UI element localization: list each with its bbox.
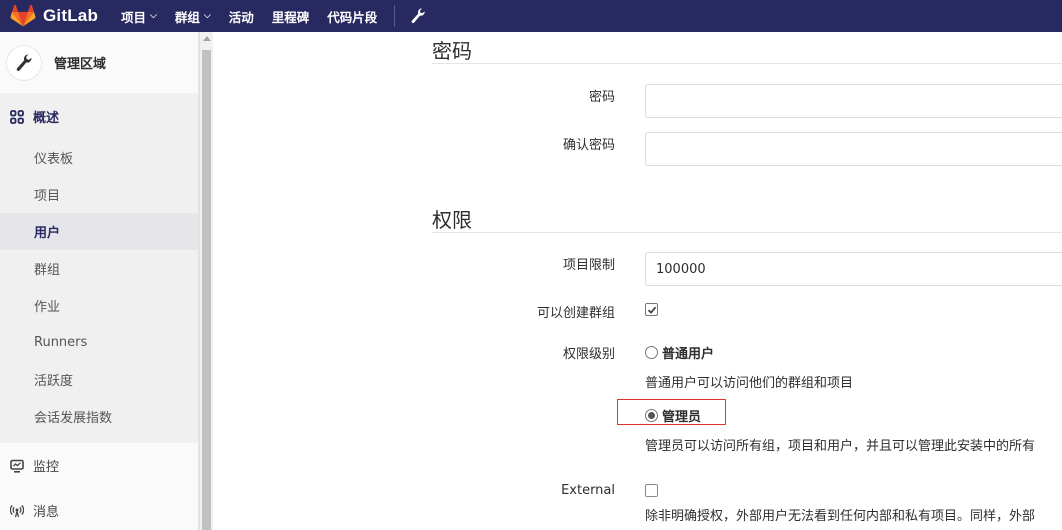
password-confirm-label: 确认密码 [562, 138, 615, 153]
brand-name: GitLab [43, 6, 99, 25]
section-divider [432, 63, 1062, 64]
can-create-group-label: 可以创建群组 [536, 306, 615, 321]
sidebar-item-dashboard[interactable]: 仪表板 [0, 139, 198, 176]
admin-radio[interactable] [645, 409, 658, 422]
nav-menu: 项目 ⌵ 群组 ⌵ 活动 里程碑 代码片段 [112, 0, 431, 32]
chevron-down-icon: ⌵ [203, 11, 211, 21]
password-label: 密码 [588, 90, 615, 105]
nav-groups[interactable]: 群组 ⌵ [166, 0, 220, 32]
nav-divider [394, 5, 396, 27]
nav-snippets[interactable]: 代码片段 [318, 0, 386, 32]
projects-limit-label: 项目限制 [562, 258, 615, 273]
overview-submenu: 仪表板 项目 用户 群组 作业 Runners 活跃度 会话发展指数 [0, 139, 198, 443]
scroll-thumb[interactable] [202, 50, 211, 530]
password-section-title: 密码 [432, 39, 472, 63]
regular-user-label: 普通用户 [662, 347, 715, 362]
sidebar-item-overview[interactable]: 概述 [0, 94, 198, 139]
sidebar-item-users[interactable]: 用户 [0, 213, 198, 250]
nav-milestones[interactable]: 里程碑 [263, 0, 319, 32]
nav-activity[interactable]: 活动 [220, 0, 263, 32]
nav-groups-label: 群组 [174, 9, 200, 25]
access-section-title: 权限 [432, 208, 472, 232]
nav-milestones-label: 里程碑 [271, 9, 310, 25]
regular-user-help: 普通用户可以访问他们的群组和项目 [645, 376, 854, 391]
gitlab-logo-icon [10, 5, 36, 27]
chevron-down-icon: ⌵ [150, 11, 157, 21]
nav-projects-label: 项目 [121, 9, 147, 25]
sidebar-title: 管理区域 [54, 57, 107, 72]
nav-projects[interactable]: 项目 ⌵ [112, 0, 166, 32]
sidebar-item-runners[interactable]: Runners [0, 324, 198, 361]
password-input[interactable] [645, 84, 1062, 118]
projects-limit-input[interactable]: 100000 [645, 252, 1062, 286]
nav-activity-label: 活动 [228, 9, 254, 25]
sidebar-item-monitoring[interactable]: 监控 [0, 443, 198, 488]
admin-help: 管理员可以访问所有组，项目和用户，并且可以管理此安装中的所有 [645, 439, 1036, 454]
sidebar-scrollbar[interactable] [199, 32, 213, 530]
password-confirm-input[interactable] [645, 132, 1062, 166]
top-navbar: GitLab 项目 ⌵ 群组 ⌵ 活动 里程碑 代码片段 [0, 0, 1062, 32]
sidebar-header[interactable]: 管理区域 [0, 32, 198, 94]
external-checkbox[interactable] [645, 484, 658, 497]
scroll-up-arrow-icon[interactable] [203, 36, 211, 41]
wrench-icon [411, 8, 425, 24]
access-level-label: 权限级别 [562, 347, 615, 362]
sidebar-item-monitoring-label: 监控 [33, 460, 60, 475]
checkmark-icon [647, 306, 656, 314]
grid-icon [10, 109, 24, 124]
main-content: 密码 密码 确认密码 权限 项目限制 100000 可以创建群组 权限级别 普通… [213, 32, 1062, 530]
broadcast-icon [10, 504, 24, 518]
sidebar-item-messages-label: 消息 [33, 505, 60, 520]
nav-snippets-label: 代码片段 [327, 9, 378, 25]
sidebar-item-projects[interactable]: 项目 [0, 176, 198, 213]
sidebar-item-activity[interactable]: 活跃度 [0, 361, 198, 398]
sidebar-item-jobs[interactable]: 作业 [0, 287, 198, 324]
sidebar-item-messages[interactable]: 消息 [0, 488, 198, 530]
section-divider [432, 232, 1062, 233]
admin-option[interactable]: 管理员 [645, 406, 701, 425]
radio-selected-dot [648, 412, 655, 419]
regular-user-option[interactable]: 普通用户 [645, 343, 714, 362]
admin-label: 管理员 [662, 410, 702, 425]
regular-user-radio[interactable] [645, 346, 658, 359]
monitor-icon [10, 459, 24, 473]
external-label: External [561, 483, 615, 498]
sidebar-item-overview-label: 概述 [33, 111, 60, 126]
sidebar-item-groups[interactable]: 群组 [0, 250, 198, 287]
external-help: 除非明确授权，外部用户无法看到任何内部和私有项目。同样，外部 [645, 509, 1036, 524]
wrench-icon [16, 54, 32, 71]
sidebar-item-devops-score[interactable]: 会话发展指数 [0, 398, 198, 435]
can-create-group-checkbox[interactable] [645, 303, 658, 316]
gitlab-home-link[interactable]: GitLab [0, 0, 98, 32]
sidebar: 管理区域 概述 仪表板 项目 用户 群组 作业 Runners 活跃度 会话发展… [0, 32, 199, 530]
admin-avatar [6, 44, 42, 81]
admin-area-button[interactable] [405, 0, 431, 32]
